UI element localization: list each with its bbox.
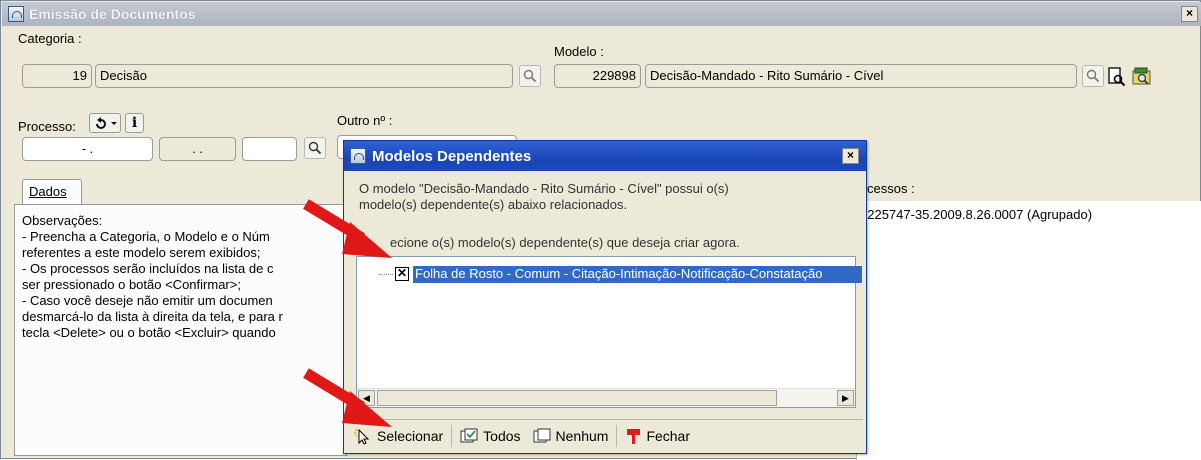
horizontal-scrollbar[interactable]: ◀ ▶ bbox=[357, 388, 855, 407]
annotation-arrow-icon bbox=[303, 368, 392, 427]
dialog-message-line1: O modelo "Decisão-Mandado - Rito Sumário… bbox=[359, 181, 729, 196]
list-item[interactable]: ✕ Folha de Rosto - Comum - Citação-Intim… bbox=[395, 264, 863, 284]
search-folder-icon[interactable] bbox=[1132, 67, 1154, 87]
annotation-arrow-icon bbox=[303, 199, 392, 258]
observacoes-line: ser pressionado o botão <Confirmar>; bbox=[22, 277, 241, 292]
processos-list-label: cessos : bbox=[867, 181, 915, 196]
scroll-thumb[interactable] bbox=[377, 390, 777, 406]
processos-list[interactable]: 0225747-35.2009.8.26.0007 (Agrupado) bbox=[856, 201, 1201, 460]
categoria-name-field[interactable]: Decisão bbox=[95, 64, 513, 88]
observacoes-line: tecla <Delete> ou o botão <Excluir> quan… bbox=[22, 325, 276, 340]
item-label[interactable]: Folha de Rosto - Comum - Citação-Intimaç… bbox=[412, 264, 863, 284]
todos-label: Todos bbox=[483, 427, 521, 444]
modelo-label: Modelo : bbox=[554, 44, 604, 59]
list-item[interactable]: 0225747-35.2009.8.26.0007 (Agrupado) bbox=[860, 207, 1092, 222]
tab-dados-label: Dados bbox=[29, 184, 67, 199]
scroll-right-button[interactable]: ▶ bbox=[837, 390, 854, 406]
check-all-icon bbox=[460, 428, 478, 442]
undo-dropdown-icon bbox=[96, 117, 117, 129]
nenhum-button[interactable]: Nenhum bbox=[527, 423, 615, 449]
observacoes-line: Observações: bbox=[22, 213, 103, 228]
observacoes-line: - Os processos serão incluídos na lista … bbox=[22, 261, 274, 276]
observacoes-panel: Observações: - Preencha a Categoria, o M… bbox=[14, 204, 347, 456]
categoria-search-button[interactable] bbox=[519, 65, 541, 87]
processo-year-field[interactable]: . . bbox=[159, 137, 236, 161]
info-icon: i bbox=[131, 115, 138, 131]
window-titlebar[interactable]: Emissão de Documentos bbox=[2, 2, 1201, 26]
processo-origin-field[interactable] bbox=[242, 137, 297, 161]
modelo-name-field[interactable]: Decisão-Mandado - Rito Sumário - Cível bbox=[645, 64, 1077, 88]
app-icon bbox=[350, 148, 366, 164]
dialog-close-button[interactable]: × bbox=[842, 148, 859, 164]
tab-dados[interactable]: Dados bbox=[22, 179, 82, 205]
categoria-code-field[interactable]: 19 bbox=[22, 64, 92, 88]
preview-document-icon[interactable] bbox=[1107, 67, 1127, 87]
nenhum-label: Nenhum bbox=[555, 427, 609, 444]
processo-history-dropdown[interactable] bbox=[89, 113, 121, 133]
processo-search-button[interactable] bbox=[304, 137, 326, 159]
toolbar-separator bbox=[616, 424, 618, 447]
outro-numero-label: Outro nº : bbox=[337, 113, 393, 128]
magnifier-icon bbox=[1086, 69, 1100, 83]
observacoes-line: - Caso você deseje não emitir um documen bbox=[22, 293, 273, 308]
modelo-code-field[interactable]: 229898 bbox=[554, 64, 641, 88]
processo-info-button[interactable]: i bbox=[125, 113, 144, 133]
fechar-button[interactable]: Fechar bbox=[619, 423, 696, 449]
todos-button[interactable]: Todos bbox=[454, 423, 526, 449]
tree-connector bbox=[379, 274, 393, 275]
observacoes-line: - Preencha a Categoria, o Modelo e o Núm bbox=[22, 229, 270, 244]
dialog-title: Modelos Dependentes bbox=[372, 147, 532, 165]
exit-sign-icon bbox=[627, 428, 641, 444]
observacoes-line: referentes a este modelo serem exibidos; bbox=[22, 245, 261, 260]
modelo-search-button[interactable] bbox=[1082, 65, 1104, 87]
window-title: Emissão de Documentos bbox=[29, 6, 196, 22]
dialog-toolbar: Selecionar Todos Nenhum Fechar bbox=[347, 419, 863, 451]
magnifier-icon bbox=[308, 141, 322, 155]
dialog-titlebar[interactable]: Modelos Dependentes bbox=[344, 141, 866, 171]
window-close-button[interactable]: × bbox=[1181, 6, 1198, 22]
processo-label: Processo: bbox=[18, 119, 76, 134]
fechar-label: Fechar bbox=[646, 427, 691, 444]
modelos-dependentes-dialog: Modelos Dependentes × O modelo "Decisão-… bbox=[343, 140, 867, 454]
categoria-label: Categoria : bbox=[18, 31, 82, 46]
app-icon bbox=[8, 6, 24, 22]
observacoes-line: desmarcá-lo da lista à direita da tela, … bbox=[22, 309, 283, 324]
dialog-instruction: ecione o(s) modelo(s) dependente(s) que … bbox=[390, 235, 740, 250]
item-checkbox[interactable]: ✕ bbox=[395, 267, 409, 281]
toolbar-separator bbox=[451, 424, 453, 447]
processo-number-field[interactable]: - . bbox=[22, 137, 153, 161]
uncheck-all-icon bbox=[533, 428, 551, 442]
dependent-models-list[interactable]: ✕ Folha de Rosto - Comum - Citação-Intim… bbox=[356, 256, 863, 408]
magnifier-icon bbox=[523, 69, 537, 83]
